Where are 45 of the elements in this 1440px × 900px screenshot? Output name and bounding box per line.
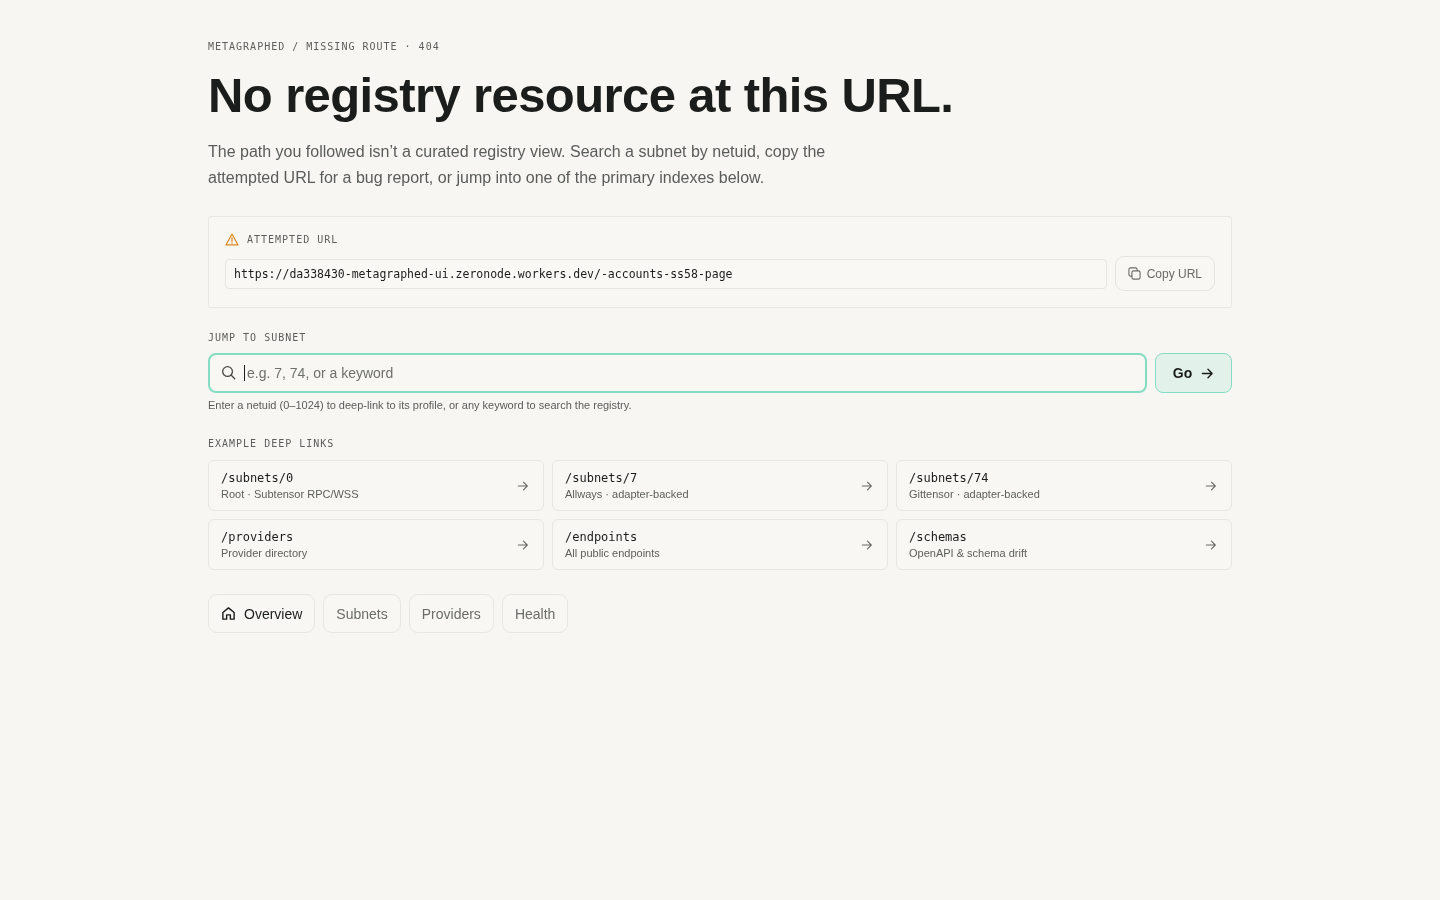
nav-tab[interactable]: Health [501, 594, 569, 633]
url-field[interactable]: https://da338430-metagraphed-ui.zeronode.workers.dev/-accounts-ss58-page [225, 258, 1107, 289]
copy-icon [1127, 267, 1141, 280]
link-path: /subnets/74 [909, 471, 989, 485]
page-title: No registry resource at this URL. [208, 67, 954, 123]
link-path: /subnets/0 [221, 471, 294, 485]
link-description: Gittensor · adapter-backed [909, 488, 1040, 500]
search-hint: Enter a netuid (0–1024) to deep-link to its profile, or any keyword to search the registry. [208, 399, 632, 411]
arrow-right-icon [1205, 479, 1217, 492]
link-description: Allways · adapter-backed [565, 488, 689, 500]
deep-link-card[interactable]: /subnets/7 Allways · adapter-backed [552, 460, 888, 511]
deep-link-card[interactable]: /subnets/0 Root · Subtensor RPC/WSS [208, 460, 544, 511]
arrow-right-icon [517, 538, 529, 551]
link-description: OpenAPI & schema drift [909, 547, 1027, 559]
arrow-right-icon [1201, 366, 1215, 380]
section-label: ATTEMPTED URL [247, 233, 339, 246]
deep-link-card[interactable]: /schemas OpenAPI & schema drift [896, 519, 1232, 570]
warning-icon [225, 233, 239, 246]
nav-tab[interactable]: Overview [208, 594, 316, 633]
arrow-right-icon [517, 479, 529, 492]
link-description: Provider directory [221, 547, 308, 559]
link-path: /schemas [909, 530, 967, 544]
nav-tab[interactable]: Providers [408, 594, 494, 633]
arrow-right-icon [1205, 538, 1217, 551]
search-icon [221, 365, 236, 380]
search-field[interactable]: e.g. 7, 74, or a keyword [208, 353, 1147, 393]
go-button[interactable]: Go [1155, 353, 1232, 393]
arrow-right-icon [861, 538, 873, 551]
link-path: /endpoints [565, 530, 638, 544]
arrow-right-icon [861, 479, 873, 492]
copy-url-button[interactable]: Copy URL [1114, 256, 1215, 291]
nav-tab[interactable]: Subnets [323, 594, 401, 633]
text-cursor-icon [244, 365, 245, 381]
description: The path you followed isn’t a curated registry view. Search a subnet by netuid, copy the attempted URL for a bug report, or jump into one of the primary indexes below. [208, 142, 827, 188]
breadcrumb: METAGRAPHED / MISSING ROUTE · 404 [208, 41, 440, 53]
link-path: /subnets/7 [565, 471, 638, 485]
deep-link-card[interactable]: /providers Provider directory [208, 519, 544, 570]
deep-link-card[interactable]: /endpoints All public endpoints [552, 519, 888, 570]
home-icon [221, 606, 236, 621]
link-description: Root · Subtensor RPC/WSS [221, 488, 359, 500]
link-description: All public endpoints [565, 547, 660, 559]
deep-link-card[interactable]: /subnets/74 Gittensor · adapter-backed [896, 460, 1232, 511]
section-label: JUMP TO SUBNET [208, 332, 307, 344]
section-label: EXAMPLE DEEP LINKS [208, 438, 335, 450]
link-path: /providers [221, 530, 294, 544]
